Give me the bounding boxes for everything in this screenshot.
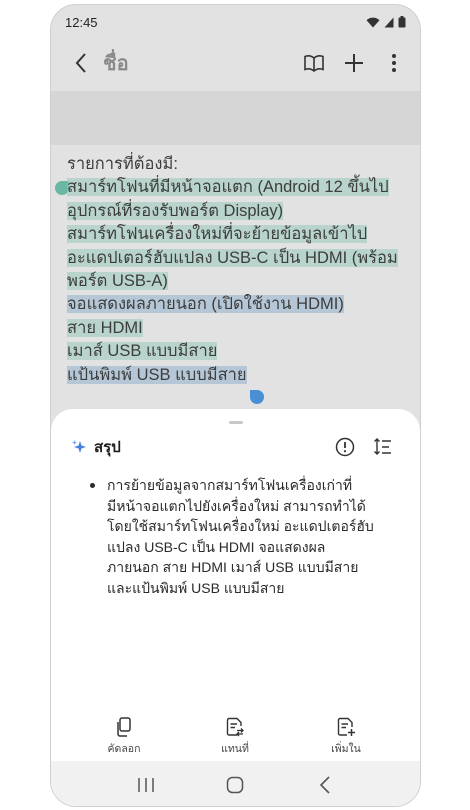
sparkle-icon <box>72 440 86 453</box>
reading-mode-button[interactable] <box>298 45 330 81</box>
replace-icon <box>226 717 244 737</box>
selection-end-handle-icon[interactable] <box>249 389 265 405</box>
add-to-label: เพิ่มใน <box>331 743 361 755</box>
summary-sheet: สรุป การย้ายข้อมูลจากสมาร์ทโฟนเครื่องเก่… <box>51 409 420 806</box>
recents-button[interactable] <box>126 765 166 805</box>
note-line: รายการที่ต้องมี: <box>67 155 178 173</box>
nav-back-button[interactable] <box>305 765 345 805</box>
sheet-header: สรุป <box>71 433 398 461</box>
status-time: 12:45 <box>65 14 98 30</box>
note-title[interactable]: ชื่อ <box>103 47 298 79</box>
more-vert-icon <box>392 54 396 72</box>
note-line: สาย HDMI <box>67 318 143 337</box>
status-bar: 12:45 <box>51 5 420 39</box>
note-line: สมาร์ทโฟนเครื่องใหม่ที่จะย้ายข้อมูลเข้าไ… <box>67 225 368 244</box>
nav-back-icon <box>320 775 330 794</box>
copy-button[interactable]: คัดลอก <box>89 717 159 757</box>
phone-screen: 12:45 ชื่อ รายการที่ต้องมี: สมาร์ทโฟนที่… <box>50 4 421 807</box>
signal-icon <box>384 17 394 27</box>
app-bar: ชื่อ <box>51 41 420 85</box>
home-button[interactable] <box>215 765 255 805</box>
replace-label: แทนที่ <box>221 743 249 755</box>
sheet-title: สรุป <box>94 439 121 456</box>
note-line: เมาส์ USB แบบมีสาย <box>67 342 218 361</box>
status-icons <box>366 16 406 28</box>
note-line: แป้นพิมพ์ USB แบบมีสาย <box>67 365 247 384</box>
note-body[interactable]: รายการที่ต้องมี: สมาร์ทโฟนที่มีหน้าจอแตก… <box>67 153 412 387</box>
back-button[interactable] <box>61 43 101 83</box>
summary-line: มีหน้าจอแตกไปยังเครื่องใหม่ สามารถทำได้ <box>107 497 366 514</box>
summary-line: แปลง USB-C เป็น HDMI จอแสดงผล <box>107 538 326 555</box>
summary-bullet: การย้ายข้อมูลจากสมาร์ทโฟนเครื่องเก่าที่ … <box>89 475 389 599</box>
summary-line: โดยใช้สมาร์ทโฟนเครื่องใหม่ อะแดปเตอร์ฮับ <box>107 518 374 535</box>
summary-line: และแป้นพิมพ์ USB แบบมีสาย <box>107 579 285 596</box>
note-line: พอร์ต USB-A) <box>67 272 168 291</box>
copy-label: คัดลอก <box>107 743 141 755</box>
replace-button[interactable]: แทนที่ <box>200 717 270 757</box>
home-icon <box>227 776 244 793</box>
summary-line: การย้ายข้อมูลจากสมาร์ทโฟนเครื่องเก่าที่ <box>107 477 353 493</box>
add-to-button[interactable]: เพิ่มใน <box>311 717 381 757</box>
book-icon <box>304 55 324 72</box>
toolbar-band <box>51 91 420 145</box>
note-line: อะแดปเตอร์ฮับแปลง USB-C เป็น HDMI (พร้อม <box>67 248 398 267</box>
note-add-icon <box>337 717 355 736</box>
alert-circle-icon <box>335 437 355 457</box>
add-button[interactable] <box>338 45 370 81</box>
summary-actions: คัดลอก แทนที่ เพิ่มใน <box>51 717 420 763</box>
info-button[interactable] <box>330 433 360 461</box>
note-line: สมาร์ทโฟนที่มีหน้าจอแตก (Android 12 ขึ้น… <box>67 178 389 197</box>
navigation-bar <box>51 761 420 806</box>
chevron-left-icon <box>75 53 86 73</box>
battery-icon <box>398 16 406 28</box>
more-options-button[interactable] <box>378 45 410 81</box>
recents-icon <box>138 777 154 792</box>
sort-list-icon <box>374 438 391 455</box>
plus-icon <box>345 54 363 72</box>
wifi-icon <box>366 17 380 27</box>
summary-text: การย้ายข้อมูลจากสมาร์ทโฟนเครื่องเก่าที่ … <box>89 475 389 599</box>
format-options-button[interactable] <box>368 433 398 461</box>
note-line: จอแสดงผลภายนอก (เปิดใช้งาน HDMI) <box>67 295 344 314</box>
sheet-drag-handle[interactable] <box>229 421 243 424</box>
summary-line: ภายนอก สาย HDMI เมาส์ USB แบบมีสาย <box>107 559 359 576</box>
copy-icon <box>117 717 131 737</box>
note-line: อุปกรณ์ที่รองรับพอร์ต Display) <box>67 201 284 220</box>
